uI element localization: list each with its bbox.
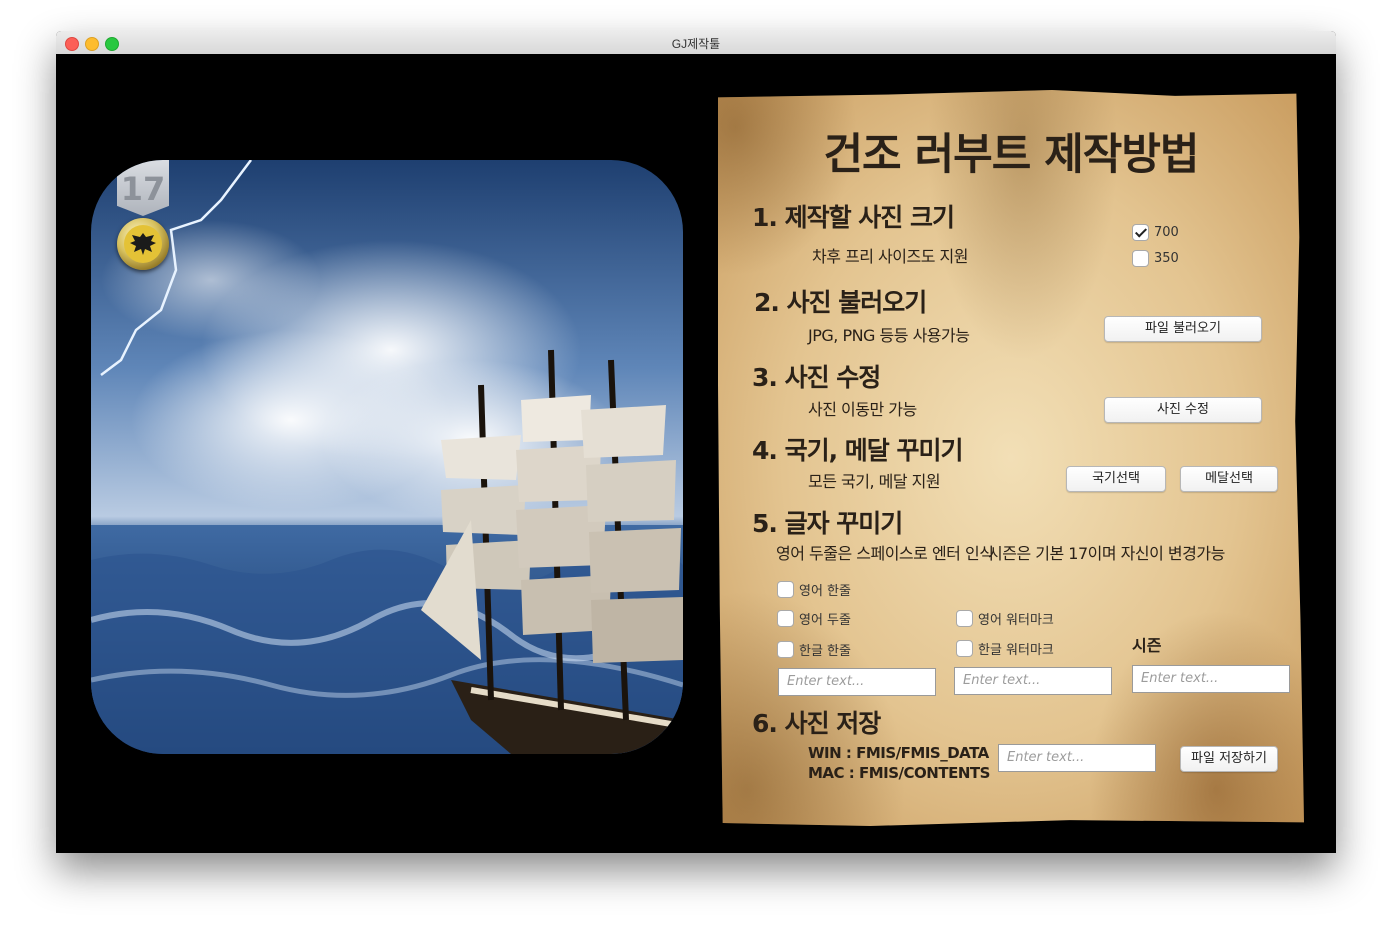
section-2-heading: 2. 사진 불러오기	[754, 288, 927, 317]
section-4-desc: 모든 국기, 메달 지원	[808, 472, 941, 491]
section-4-heading: 4. 국기, 메달 꾸미기	[752, 436, 964, 465]
checkbox-box[interactable]	[777, 641, 794, 658]
checkbox-box[interactable]	[1132, 224, 1149, 241]
english-two-line-checkbox[interactable]: 영어 두줄	[777, 609, 851, 628]
checkbox-box[interactable]	[956, 640, 973, 657]
section-3-heading: 3. 사진 수정	[752, 363, 881, 392]
medal-icon	[117, 218, 169, 270]
size-350-checkbox[interactable]: 350	[1132, 250, 1179, 267]
korean-one-line-checkbox[interactable]: 한글 한줄	[777, 640, 851, 659]
season-label: 시즌	[1132, 636, 1162, 655]
season-input[interactable]: Enter text...	[1132, 665, 1290, 693]
section-3-desc: 사진 이동만 가능	[808, 400, 917, 419]
english-one-line-checkbox[interactable]: 영어 한줄	[777, 580, 851, 599]
english-two-line-label: 영어 두줄	[799, 613, 851, 628]
content-area: 17 건조 러부트 제작방법 1. 제작할 사진 크기 차후 프리 사이즈도 지…	[56, 54, 1336, 853]
checkbox-box[interactable]	[1132, 250, 1149, 267]
english-watermark-checkbox[interactable]: 영어 워터마크	[956, 609, 1054, 628]
ship-storm-image	[91, 160, 683, 754]
size-700-checkbox[interactable]: 700	[1132, 224, 1179, 241]
korean-watermark-label: 한글 워터마크	[978, 643, 1054, 658]
edit-photo-button[interactable]: 사진 수정	[1104, 397, 1262, 423]
app-window: GJ제작툴 17 건조 러부트 제작방법 1. 제작할 사진 크기 차후 프리 …	[56, 31, 1336, 853]
guide-panel: 건조 러부트 제작방법 1. 제작할 사진 크기 차후 프리 사이즈도 지원 7…	[718, 90, 1304, 826]
section-1-heading: 1. 제작할 사진 크기	[752, 203, 955, 232]
section-5-desc: 영어 두줄은 스페이스로 엔터 인식	[776, 544, 994, 563]
korean-watermark-checkbox[interactable]: 한글 워터마크	[956, 639, 1054, 658]
eagle-emblem-icon	[130, 233, 156, 255]
english-text-input[interactable]: Enter text...	[778, 668, 936, 696]
mac-path-text: MAC : FMIS/CONTENTS	[808, 764, 990, 782]
load-file-button[interactable]: 파일 불러오기	[1104, 316, 1262, 342]
flag-select-button[interactable]: 국기선택	[1066, 466, 1166, 492]
section-1-desc: 차후 프리 사이즈도 지원	[812, 247, 968, 266]
guide-title: 건조 러부트 제작방법	[823, 130, 1200, 180]
checkbox-box[interactable]	[777, 610, 794, 627]
win-path-text: WIN : FMIS/FMIS_DATA	[808, 744, 989, 762]
section-6-heading: 6. 사진 저장	[752, 709, 881, 738]
save-file-button[interactable]: 파일 저장하기	[1180, 746, 1278, 772]
checkbox-box[interactable]	[777, 581, 794, 598]
season-number: 17	[120, 170, 166, 208]
medal-select-button[interactable]: 메달선택	[1180, 466, 1278, 492]
korean-one-line-label: 한글 한줄	[799, 644, 851, 659]
size-700-label: 700	[1154, 225, 1179, 240]
save-path-input[interactable]: Enter text...	[998, 744, 1156, 772]
title-bar: GJ제작툴	[56, 31, 1336, 55]
size-350-label: 350	[1154, 251, 1179, 266]
english-one-line-label: 영어 한줄	[799, 584, 851, 599]
window-title: GJ제작툴	[671, 37, 721, 51]
section-5-desc-season: 시즌은 기본 17이며 자신이 변경가능	[988, 544, 1225, 563]
boot-preview: 17	[91, 160, 683, 754]
season-badge: 17	[117, 160, 169, 216]
section-2-desc: JPG, PNG 등등 사용가능	[808, 326, 970, 345]
korean-text-input[interactable]: Enter text...	[954, 667, 1112, 695]
english-watermark-label: 영어 워터마크	[978, 613, 1054, 628]
section-5-heading: 5. 글자 꾸미기	[752, 509, 903, 538]
checkbox-box[interactable]	[956, 610, 973, 627]
